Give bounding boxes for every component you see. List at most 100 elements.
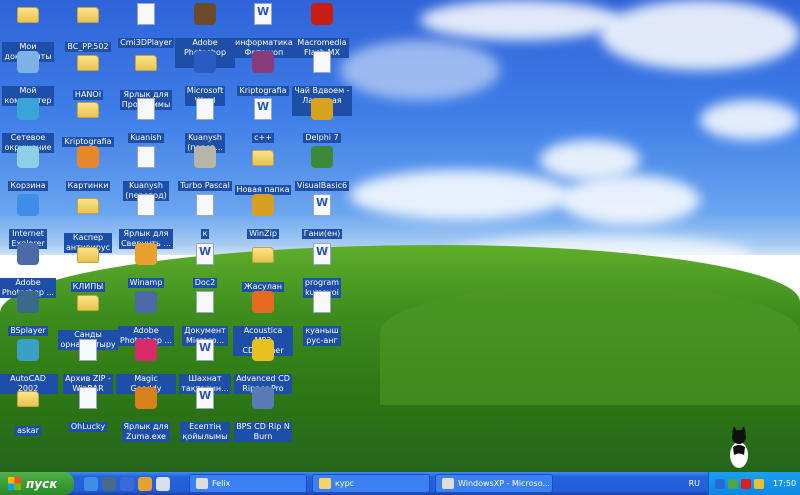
- word-document-icon: [192, 387, 218, 411]
- desktop-icon[interactable]: Есептің қойылымы: [175, 386, 235, 442]
- cloud: [350, 170, 570, 220]
- desktop-icon-label: c++: [252, 133, 274, 143]
- desktop-icon[interactable]: BC_PP.502: [58, 2, 118, 52]
- desktop-icon[interactable]: BSplayer: [0, 290, 58, 336]
- desktop-icon[interactable]: куаныш рус-анг: [292, 290, 352, 346]
- recycle-bin-icon: [15, 146, 41, 170]
- desktop-icon[interactable]: Winamp: [116, 242, 176, 288]
- desktop-icon-label: BPS CD Rip N Burn: [234, 422, 292, 442]
- zip-archive-icon: [75, 339, 101, 363]
- text-file-icon: [133, 146, 159, 170]
- desktop-icon[interactable]: HANOI: [58, 50, 118, 100]
- desktop-icon-label: куаныш рус-анг: [303, 326, 341, 346]
- pictures-icon: [75, 146, 101, 170]
- desktop-icon[interactable]: Корзина: [0, 145, 58, 191]
- cd-burner-icon: [250, 291, 276, 315]
- language-indicator[interactable]: RU: [689, 479, 700, 488]
- desktop-icon[interactable]: OhLucky: [58, 386, 118, 432]
- desktop-icon[interactable]: c++: [233, 97, 293, 143]
- desktop-icon[interactable]: КЛИПЫ: [58, 242, 118, 292]
- winamp-icon[interactable]: [138, 476, 152, 491]
- word-icon: [192, 51, 218, 75]
- autocad-icon: [15, 339, 41, 363]
- desktop-icon[interactable]: Turbo Pascal: [175, 145, 235, 191]
- system-tray: 17:50: [708, 472, 800, 495]
- desktop-icon[interactable]: Ярлык для Свернуть ...: [116, 193, 176, 249]
- desktop-icon[interactable]: Kriptografia: [58, 97, 118, 147]
- media-player-icon[interactable]: [102, 476, 116, 491]
- windows-logo-icon: [8, 477, 21, 490]
- taskbar-button-label: Felix: [212, 479, 231, 488]
- kaspersky-icon[interactable]: [741, 478, 751, 489]
- audio-file-icon: [309, 51, 335, 75]
- desktop-icon[interactable]: Жасулан: [233, 242, 293, 292]
- desktop-icon[interactable]: Internet Explorer: [0, 193, 58, 249]
- word-document-icon: [250, 3, 276, 27]
- winrar-archive-icon: [250, 51, 276, 75]
- taskbar: пуск Felix курс WindowsXP - Microso... RU …: [0, 472, 800, 495]
- photoshop-icon: [192, 3, 218, 27]
- monitor-icon[interactable]: [754, 478, 764, 489]
- taskbar-button[interactable]: WindowsXP - Microso...: [435, 474, 553, 493]
- desktop-icon[interactable]: Doc2: [175, 242, 235, 288]
- desktop-icon-label: Есептің қойылымы: [180, 422, 230, 442]
- cat-icon: [730, 426, 748, 468]
- desktop-icon[interactable]: Гани(ен): [292, 193, 352, 239]
- start-label: пуск: [26, 476, 58, 491]
- show-desktop-icon[interactable]: [120, 476, 134, 491]
- folder-shortcut-icon: [250, 247, 276, 271]
- flash-icon: [309, 3, 335, 27]
- arrow-icon[interactable]: [715, 478, 725, 489]
- desktop-icon-label: Winamp: [127, 278, 165, 288]
- desktop-icon[interactable]: Delphi 7: [292, 97, 352, 143]
- photoshop-icon: [15, 243, 41, 267]
- turbo-pascal-icon: [192, 146, 218, 170]
- desktop-icon[interactable]: askar: [0, 386, 58, 436]
- word-icon: [442, 478, 454, 489]
- taskbar-button-label: курс: [335, 479, 355, 488]
- cd-ripper-icon: [250, 339, 276, 363]
- bsplayer-icon: [15, 291, 41, 315]
- folder-icon: [75, 7, 101, 31]
- cloud: [560, 175, 700, 225]
- desktop-icon[interactable]: Kriptografia: [233, 50, 293, 96]
- zuma-icon: [133, 387, 159, 411]
- desktop-icon[interactable]: Ярлык для Zuma.exe: [116, 386, 176, 442]
- taskbar-button-label: WindowsXP - Microso...: [458, 479, 551, 488]
- desktop-icon-label: BSplayer: [8, 326, 48, 336]
- desktop: Мои документыBC_PP.502Cmi3DPlayerAdobe P…: [0, 0, 800, 472]
- desktop-icon[interactable]: VisualBasic6: [292, 145, 352, 191]
- word-document-icon: [309, 243, 335, 267]
- desktop-icon[interactable]: BPS CD Rip N Burn: [233, 386, 293, 442]
- felix-icon: [196, 478, 208, 489]
- folder-icon: [319, 478, 331, 489]
- desktop-icon[interactable]: к: [175, 193, 235, 239]
- desktop-icon[interactable]: Картинки: [58, 145, 118, 191]
- cloud: [540, 140, 640, 180]
- my-computer-icon: [15, 51, 41, 75]
- desktop-icon-label: Kuanish: [128, 133, 164, 143]
- network-icon[interactable]: [728, 478, 738, 489]
- desktop-icon-label: OhLucky: [68, 422, 108, 432]
- internet-explorer-icon[interactable]: [84, 476, 98, 491]
- taskbar-button[interactable]: курс: [312, 474, 430, 493]
- cloud: [700, 100, 800, 140]
- cloud: [420, 0, 620, 40]
- messenger-icon[interactable]: [156, 476, 170, 491]
- start-button[interactable]: пуск: [0, 472, 74, 495]
- desktop-icon[interactable]: Новая папка: [233, 145, 293, 195]
- clock[interactable]: 17:50: [773, 479, 796, 488]
- magic-gooddy-icon: [133, 339, 159, 363]
- desktop-icon[interactable]: Kuanish: [116, 97, 176, 143]
- word-document-icon: [192, 339, 218, 363]
- cd-rip-burn-icon: [250, 387, 276, 411]
- desktop-icon-label: Картинки: [65, 181, 111, 191]
- desktop-icon[interactable]: Cmi3DPlayer: [116, 2, 176, 48]
- desktop-icon-label: Turbo Pascal: [178, 181, 232, 191]
- folder-shortcut-icon: [133, 55, 159, 79]
- taskbar-button[interactable]: Felix: [189, 474, 307, 493]
- desktop-icon-label: WinZip: [247, 229, 279, 239]
- cmi3dplayer-icon: [133, 3, 159, 27]
- desktop-icon[interactable]: WinZip: [233, 193, 293, 239]
- desktop-icon-label: askar: [15, 426, 41, 436]
